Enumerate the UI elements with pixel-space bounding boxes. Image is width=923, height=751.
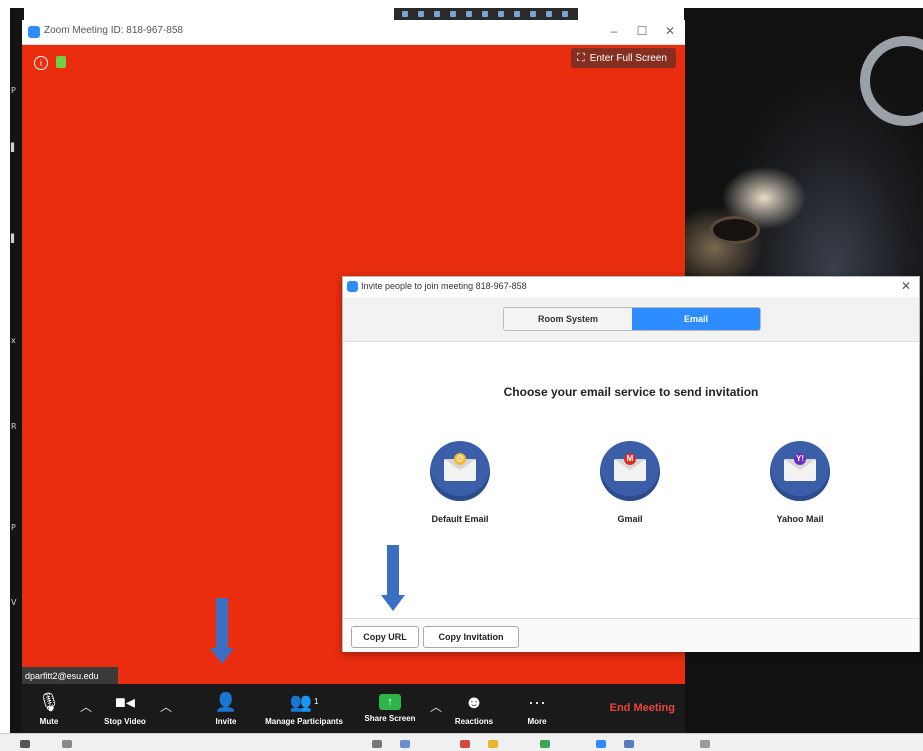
tray-icon[interactable]	[418, 11, 424, 17]
wallpaper-ring-shape	[860, 36, 923, 126]
participant-count-badge: 1	[313, 697, 319, 706]
taskbar-app-icon[interactable]	[596, 740, 606, 748]
invite-dialog-title-bar[interactable]: Invite people to join meeting 818-967-85…	[343, 277, 919, 297]
tray-icon[interactable]	[546, 11, 552, 17]
mute-label: Mute	[39, 717, 59, 726]
taskbar-app-icon[interactable]	[540, 740, 550, 748]
desktop-icon: V	[11, 598, 17, 607]
fullscreen-label: Enter Full Screen	[589, 53, 667, 64]
copy-url-button[interactable]: Copy URL	[351, 626, 419, 648]
video-options-caret-icon[interactable]: ︿	[160, 698, 172, 715]
more-dots-icon: ···	[528, 692, 546, 712]
participants-icon: 👥 1	[289, 692, 319, 712]
invite-dialog-footer: Copy URL Copy Invitation	[343, 618, 919, 652]
email-service-heading: Choose your email service to send invita…	[503, 385, 759, 399]
encryption-lock-icon[interactable]	[56, 56, 66, 68]
invite-dialog-title: Invite people to join meeting 818-967-85…	[361, 281, 527, 291]
invite-tab-group: Room System Email	[503, 307, 761, 331]
desktop-icon: ▌	[11, 143, 18, 152]
desktop-icon: P	[11, 86, 16, 95]
close-icon[interactable]: ✕	[901, 279, 911, 293]
meeting-info-icon[interactable]: i	[34, 56, 48, 70]
fullscreen-icon: ⛶	[577, 52, 585, 64]
manage-participants-button[interactable]: 👥 1 Manage Participants	[256, 684, 352, 733]
stop-video-label: Stop Video	[104, 717, 146, 726]
invite-dialog: Invite people to join meeting 818-967-85…	[342, 276, 920, 652]
yahoo-mail-option[interactable]: Y! Yahoo Mail	[745, 441, 855, 524]
meeting-toolbar: 🎙 Mute ︿ ■◂ Stop Video ︿ 👤 Invite 👥 1 Man…	[22, 684, 685, 733]
zoom-logo-icon	[347, 281, 358, 292]
end-meeting-button[interactable]: End Meeting	[610, 702, 675, 714]
reactions-smiley-icon: ☻	[464, 692, 484, 712]
tray-icon[interactable]	[450, 11, 456, 17]
zoom-title-bar[interactable]: Zoom Meeting ID: 818-967-858 – ☐ ✕	[22, 20, 685, 45]
minimize-icon[interactable]: –	[606, 23, 622, 39]
tray-icon[interactable]	[530, 11, 536, 17]
share-options-caret-icon[interactable]: ︿	[430, 698, 442, 715]
desktop-icon: R	[11, 422, 17, 431]
close-icon[interactable]: ✕	[662, 23, 678, 39]
desktop-icon: ▌	[11, 234, 18, 243]
maximize-icon[interactable]: ☐	[634, 23, 650, 39]
taskbar-app-icon[interactable]	[460, 740, 470, 748]
tray-icon[interactable]	[498, 11, 504, 17]
gmail-option[interactable]: M Gmail	[575, 441, 685, 524]
taskbar-app-icon[interactable]	[400, 740, 410, 748]
enter-full-screen-button[interactable]: ⛶ Enter Full Screen	[571, 48, 676, 68]
tray-icon[interactable]	[482, 11, 488, 17]
reactions-button[interactable]: ☻ Reactions	[448, 684, 500, 733]
share-screen-button[interactable]: ↑ Share Screen	[360, 684, 420, 733]
mute-button[interactable]: 🎙 Mute	[34, 684, 64, 733]
windows-taskbar	[0, 733, 923, 751]
stop-video-button[interactable]: ■◂ Stop Video	[96, 684, 154, 733]
gmail-icon: M	[600, 441, 660, 501]
yahoo-mail-icon: Y!	[770, 441, 830, 501]
copy-invitation-button[interactable]: Copy Invitation	[423, 626, 519, 648]
invite-tab-row: Room System Email	[343, 297, 919, 342]
gmail-label: Gmail	[617, 514, 643, 524]
annotation-arrow-copy-url	[381, 545, 405, 613]
share-screen-label: Share Screen	[364, 714, 416, 723]
audio-options-caret-icon[interactable]: ︿	[80, 698, 92, 715]
default-email-label: Default Email	[431, 514, 489, 524]
video-camera-icon: ■◂	[115, 692, 135, 712]
tray-icon[interactable]	[434, 11, 440, 17]
taskbar-app-icon[interactable]	[372, 740, 382, 748]
taskbar-app-icon[interactable]	[624, 740, 634, 748]
default-email-option[interactable]: @ Default Email	[405, 441, 515, 524]
taskbar-app-icon[interactable]	[700, 740, 710, 748]
default-email-icon: @	[430, 441, 490, 501]
start-icon[interactable]	[20, 740, 30, 748]
invite-label: Invite	[215, 717, 237, 726]
invite-button[interactable]: 👤 Invite	[208, 684, 244, 733]
wallpaper-dog-eye	[710, 216, 760, 244]
zoom-logo-icon	[28, 26, 40, 38]
reactions-label: Reactions	[454, 717, 494, 726]
microphone-icon: 🎙	[37, 692, 61, 712]
top-toolbar-sliver	[394, 8, 578, 20]
more-button[interactable]: ··· More	[522, 684, 552, 733]
more-label: More	[527, 717, 547, 726]
add-person-icon: 👤	[214, 692, 238, 712]
share-screen-icon: ↑	[379, 694, 401, 710]
yahoo-mail-label: Yahoo Mail	[776, 514, 824, 524]
annotation-arrow-invite	[210, 598, 234, 666]
manage-participants-label: Manage Participants	[265, 717, 343, 726]
tray-icon[interactable]	[466, 11, 472, 17]
tab-email[interactable]: Email	[632, 308, 760, 330]
desktop-icon: x	[11, 336, 16, 345]
taskbar-app-icon[interactable]	[488, 740, 498, 748]
desktop-icon: P	[11, 523, 16, 532]
tray-icon[interactable]	[562, 11, 568, 17]
search-icon[interactable]	[62, 740, 72, 748]
tray-icon[interactable]	[402, 11, 408, 17]
tray-icon[interactable]	[514, 11, 520, 17]
zoom-window-title: Zoom Meeting ID: 818-967-858	[44, 25, 183, 36]
participant-name-tag: dparfitt2@esu.edu	[22, 667, 118, 685]
tab-room-system[interactable]: Room System	[504, 308, 632, 330]
